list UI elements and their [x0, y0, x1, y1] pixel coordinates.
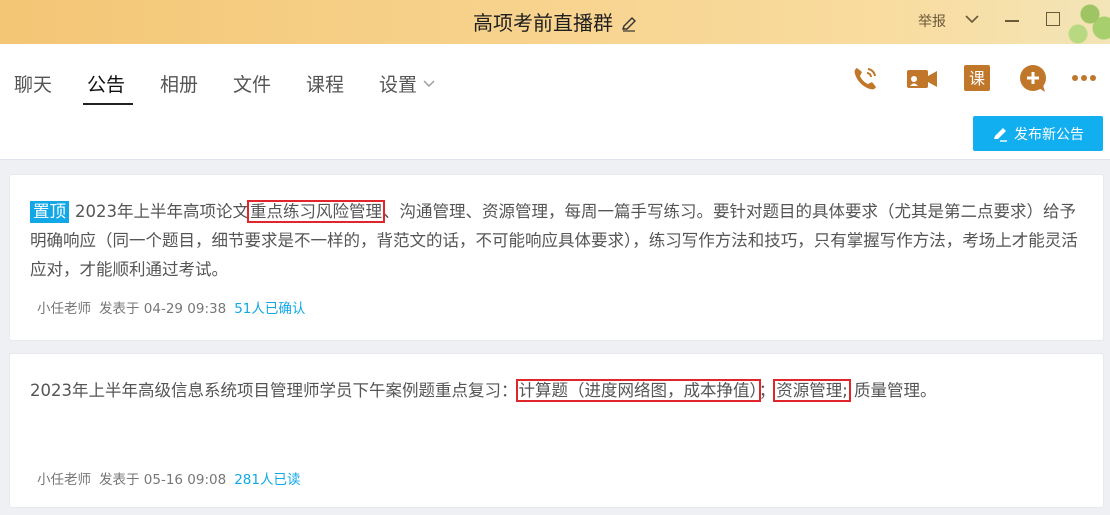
phone-icon[interactable] [850, 64, 880, 94]
tab-settings[interactable]: 设置 [379, 70, 435, 97]
author-name: 小任老师 [37, 472, 91, 488]
tab-files[interactable]: 文件 [233, 70, 271, 97]
announcement-card[interactable]: 置顶 2023年上半年高项论文重点练习风险管理、沟通管理、资源管理，每周一篇手写练… [10, 175, 1103, 340]
post-time: 发表于 04-29 09:38 [99, 301, 227, 317]
announcement-text: 2023年上半年高级信息系统项目管理师学员下午案例题重点复习： [30, 381, 518, 400]
announcement-text: 2023年上半年高项论文 [75, 202, 249, 221]
tab-chat[interactable]: 聊天 [14, 70, 52, 97]
highlighted-text: 计算题（进度网络图，成本挣值） [515, 379, 761, 402]
separator-text: ； [758, 381, 776, 400]
confirm-count-link[interactable]: 51人已确认 [234, 301, 305, 317]
add-icon[interactable] [1019, 64, 1049, 94]
announcement-meta: 小任老师 发表于 05-16 09:08 281人已读 [37, 468, 309, 488]
author-name: 小任老师 [37, 301, 91, 317]
chevron-down-icon[interactable] [964, 11, 980, 31]
pinned-badge: 置顶 [30, 201, 69, 223]
post-time: 发表于 05-16 09:08 [99, 472, 227, 488]
tab-announcements[interactable]: 公告 [87, 70, 125, 97]
report-link[interactable]: 举报 [918, 11, 946, 31]
video-call-icon[interactable] [906, 64, 937, 94]
edit-pencil-icon[interactable] [621, 13, 637, 37]
title-bar: 高项考前直播群 举报 [0, 0, 1110, 44]
announcement-text: 质量管理。 [848, 381, 937, 400]
pencil-icon [994, 127, 1007, 142]
highlighted-text: 重点练习风险管理 [247, 200, 385, 223]
publish-button-label: 发布新公告 [1014, 126, 1084, 143]
nav-bar: 聊天 公告 相册 文件 课程 设置 课 发布新公告 [0, 44, 1110, 160]
announcement-meta: 小任老师 发表于 04-29 09:38 51人已确认 [37, 297, 313, 317]
highlighted-text: 资源管理; [773, 379, 851, 402]
announcement-content: 2023年上半年高级信息系统项目管理师学员下午案例题重点复习：计算题（进度网络图… [30, 376, 1080, 405]
maximize-button[interactable] [1046, 12, 1060, 26]
active-tab-indicator [83, 103, 133, 105]
announcement-card[interactable]: 2023年上半年高级信息系统项目管理师学员下午案例题重点复习：计算题（进度网络图… [10, 354, 1103, 507]
skin-decoration-image [1060, 0, 1110, 44]
course-icon-glyph: 课 [969, 69, 985, 88]
tab-album[interactable]: 相册 [160, 70, 198, 97]
publish-announcement-button[interactable]: 发布新公告 [973, 116, 1103, 151]
course-icon[interactable]: 课 [963, 64, 993, 94]
chevron-down-icon [423, 71, 435, 93]
tab-courses[interactable]: 课程 [306, 70, 344, 97]
announcement-content: 置顶 2023年上半年高项论文重点练习风险管理、沟通管理、资源管理，每周一篇手写练… [30, 197, 1080, 284]
group-title: 高项考前直播群 [473, 11, 613, 35]
read-count-link[interactable]: 281人已读 [234, 472, 300, 488]
minimize-button[interactable] [1005, 20, 1019, 22]
tab-settings-label: 设置 [379, 74, 418, 96]
more-icon[interactable] [1070, 64, 1100, 94]
